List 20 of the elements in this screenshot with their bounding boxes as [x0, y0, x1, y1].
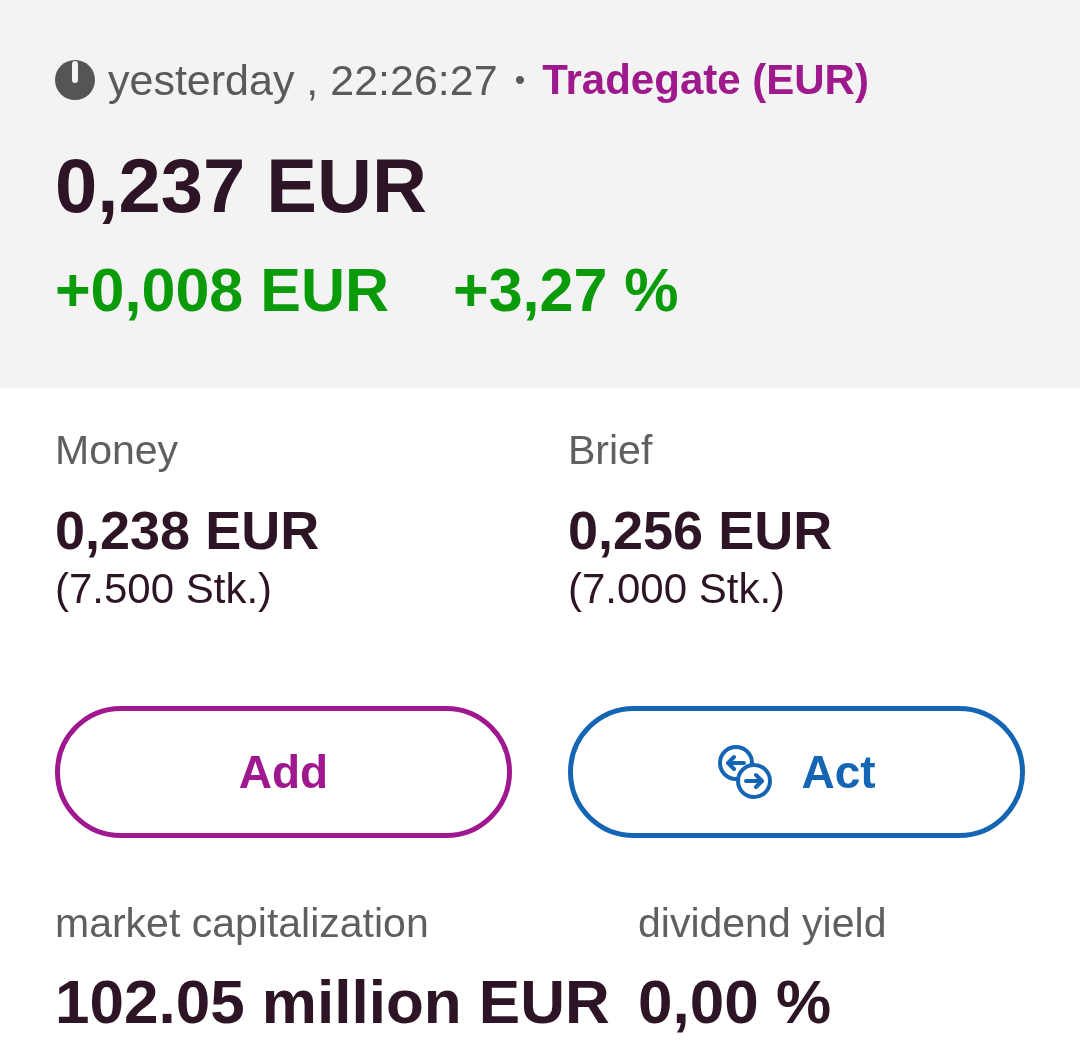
figure-label: dividend yield — [638, 900, 888, 946]
trade-button[interactable]: Act — [568, 705, 1025, 838]
quote-price: 0,256 EUR — [568, 501, 834, 561]
figure-value: 0,00 % — [638, 967, 833, 1036]
quote-label: Money — [55, 428, 180, 474]
add-button[interactable]: Add — [55, 705, 512, 838]
percent-change: +3,27 % — [453, 260, 679, 321]
exchange-arrows-icon — [717, 743, 774, 800]
figure-value: 102.05 million EUR — [55, 967, 611, 1036]
quote-quantity: (7.500 Stk.) — [55, 566, 274, 613]
price-change: +0,008 EUR — [55, 260, 389, 321]
clock-icon — [55, 60, 95, 100]
figure-label: market capitalization — [55, 900, 430, 946]
separator-dot: • — [514, 63, 526, 97]
timestamp: yesterday , 22:26:27 — [108, 55, 498, 105]
quote-quantity: (7.000 Stk.) — [568, 566, 787, 613]
current-price: 0,237 EUR — [55, 148, 428, 224]
quote-price: 0,238 EUR — [55, 501, 321, 561]
exchange-link[interactable]: Tradegate (EUR) — [542, 56, 869, 104]
quote-label: Brief — [568, 428, 654, 474]
